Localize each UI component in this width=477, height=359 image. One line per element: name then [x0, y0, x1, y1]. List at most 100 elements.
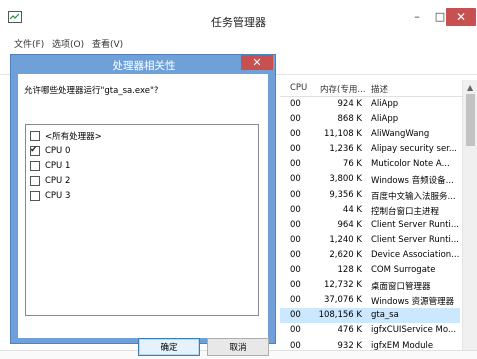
dialog-prompt: 允许哪些处理器运行"gta_sa.exe"? — [24, 86, 159, 96]
cell-description: Client Server Runti... — [371, 219, 459, 230]
processor-affinity-dialog: 处理器相关性 ✕ 允许哪些处理器运行"gta_sa.exe"? <所有处理器> C… — [10, 54, 276, 356]
cell-memory: 9,356 K — [329, 189, 362, 200]
cell-cpu: 00 — [290, 340, 301, 351]
processor-option[interactable]: CPU 0 — [30, 144, 70, 158]
table-row[interactable]: 00 1,240 K Client Server Runti... — [280, 233, 460, 248]
cell-memory: 44 K — [342, 204, 362, 215]
checkbox-icon[interactable] — [30, 161, 40, 171]
processor-option-label: CPU 1 — [45, 161, 71, 171]
cell-memory: 924 K — [337, 99, 363, 109]
table-row[interactable]: 00 9,356 K 百度中文输入法服务... — [280, 188, 460, 203]
checkbox-icon[interactable] — [30, 176, 40, 186]
column-description[interactable]: 描述 — [371, 83, 388, 95]
column-memory[interactable]: 内存(专用... — [320, 83, 365, 95]
cell-cpu: 00 — [290, 114, 301, 125]
menu-file[interactable]: 文件(F) — [14, 37, 44, 50]
processor-option[interactable]: CPU 1 — [30, 159, 70, 173]
column-cpu[interactable]: CPU — [290, 83, 307, 93]
menu-bar: 文件(F) 选项(O) 查看(V) — [0, 36, 477, 50]
table-row[interactable]: 00 2,620 K Device Association... — [280, 248, 460, 263]
dialog-body: 允许哪些处理器运行"gta_sa.exe"? <所有处理器> CPU 0 CPU 1… — [18, 74, 269, 356]
cancel-button[interactable]: 取消 — [207, 338, 269, 356]
processor-option-label: CPU 3 — [45, 191, 71, 201]
table-row[interactable]: 00 108,156 K gta_sa — [280, 308, 460, 324]
menu-view[interactable]: 查看(V) — [92, 37, 123, 50]
table-row[interactable]: 00 128 K COM Surrogate — [280, 263, 460, 278]
cell-memory: 128 K — [337, 265, 363, 276]
checkbox-icon[interactable] — [30, 131, 40, 141]
cell-memory: 1,236 K — [329, 144, 362, 155]
cell-cpu: 00 — [290, 129, 301, 140]
cell-memory: 11,108 K — [323, 129, 362, 140]
cell-memory: 964 K — [337, 219, 363, 230]
cell-cpu: 00 — [290, 99, 301, 109]
cell-cpu: 00 — [290, 295, 301, 306]
cell-description: AliApp — [371, 114, 399, 125]
table-row[interactable]: 00 964 K Client Server Runti... — [280, 218, 460, 233]
close-button[interactable]: ✕ — [446, 8, 476, 26]
cell-cpu: 00 — [290, 189, 301, 200]
processor-option[interactable]: CPU 2 — [30, 174, 70, 188]
cell-memory: 76 K — [342, 159, 362, 170]
cell-description: Muticolor Note A... — [371, 159, 450, 170]
table-row[interactable]: 00 924 K AliApp — [280, 97, 460, 112]
cell-description: Windows 资源管理器 — [371, 297, 455, 308]
vertical-scrollbar[interactable]: ▲ — [462, 80, 477, 358]
cell-memory: 12,732 K — [323, 280, 362, 291]
dialog-title: 处理器相关性 — [112, 60, 176, 72]
dialog-close-button[interactable]: ✕ — [241, 55, 273, 70]
cell-cpu: 00 — [290, 325, 301, 336]
cell-description: igfxEM Module — [371, 340, 434, 351]
cell-cpu: 00 — [290, 280, 301, 291]
table-header: CPU 内存(专用... 描述 ^ — [280, 80, 477, 97]
table-row[interactable]: 00 11,108 K AliWangWang — [280, 127, 460, 142]
cell-description: Alipay security ser... — [371, 144, 457, 155]
processor-option-label: <所有处理器> — [45, 132, 102, 142]
cell-description: 百度中文输入法服务... — [371, 191, 456, 202]
processor-option-label: CPU 0 — [45, 146, 71, 156]
cell-memory: 476 K — [337, 325, 363, 336]
checkbox-checked-icon[interactable] — [30, 146, 40, 156]
ok-button[interactable]: 确定 — [138, 338, 200, 356]
table-row[interactable]: 00 476 K igfxCUIService Mo... — [280, 323, 460, 338]
table-row[interactable]: 00 37,076 K Windows 资源管理器 — [280, 293, 460, 308]
cell-memory: 2,620 K — [329, 249, 362, 260]
title-bar: 任务管理器 – □ ✕ — [0, 0, 477, 34]
cell-description: COM Surrogate — [371, 265, 436, 276]
cell-description: AliWangWang — [371, 129, 430, 140]
table-row[interactable]: 00 12,732 K 桌面窗口管理器 — [280, 278, 460, 293]
menu-options[interactable]: 选项(O) — [52, 37, 84, 50]
cell-memory: 37,076 K — [323, 295, 362, 306]
cell-cpu: 00 — [290, 204, 301, 215]
checkbox-icon[interactable] — [30, 191, 40, 201]
processor-option[interactable]: <所有处理器> — [30, 129, 102, 143]
table-row[interactable]: 00 44 K 控制台窗口主进程 — [280, 203, 460, 218]
processor-option[interactable]: CPU 3 — [30, 189, 70, 203]
cell-description: Client Server Runti... — [371, 234, 459, 245]
cell-memory: 868 K — [337, 114, 363, 125]
cell-description: 桌面窗口管理器 — [371, 282, 431, 293]
table-row[interactable]: 00 1,236 K Alipay security ser... — [280, 142, 460, 157]
cell-cpu: 00 — [290, 174, 301, 185]
cell-description: igfxCUIService Mo... — [371, 325, 457, 336]
cell-cpu: 00 — [290, 310, 301, 321]
cell-description: gta_sa — [371, 310, 399, 321]
cell-description: AliApp — [371, 99, 399, 109]
cell-memory: 932 K — [337, 340, 363, 351]
cell-memory: 1,240 K — [329, 234, 362, 245]
table-row[interactable]: 00 868 K AliApp — [280, 112, 460, 127]
cell-cpu: 00 — [290, 265, 301, 276]
cell-description: 控制台窗口主进程 — [371, 206, 440, 217]
scroll-up-icon[interactable]: ▲ — [467, 83, 473, 92]
processor-list: <所有处理器> CPU 0 CPU 1 CPU 2 CPU 3 — [25, 124, 259, 316]
cell-cpu: 00 — [290, 234, 301, 245]
process-table: 00 924 K AliApp 00 868 K AliApp 00 11,108 K AliW… — [280, 97, 460, 354]
table-row[interactable]: 00 76 K Muticolor Note A... — [280, 157, 460, 172]
cell-description: Windows 音频设备... — [371, 176, 454, 187]
table-row[interactable]: 00 3,800 K Windows 音频设备... — [280, 172, 460, 187]
cell-cpu: 00 — [290, 159, 301, 170]
cell-cpu: 00 — [290, 249, 301, 260]
cell-cpu: 00 — [290, 219, 301, 230]
processor-option-label: CPU 2 — [45, 176, 71, 186]
scroll-thumb[interactable] — [466, 94, 475, 146]
